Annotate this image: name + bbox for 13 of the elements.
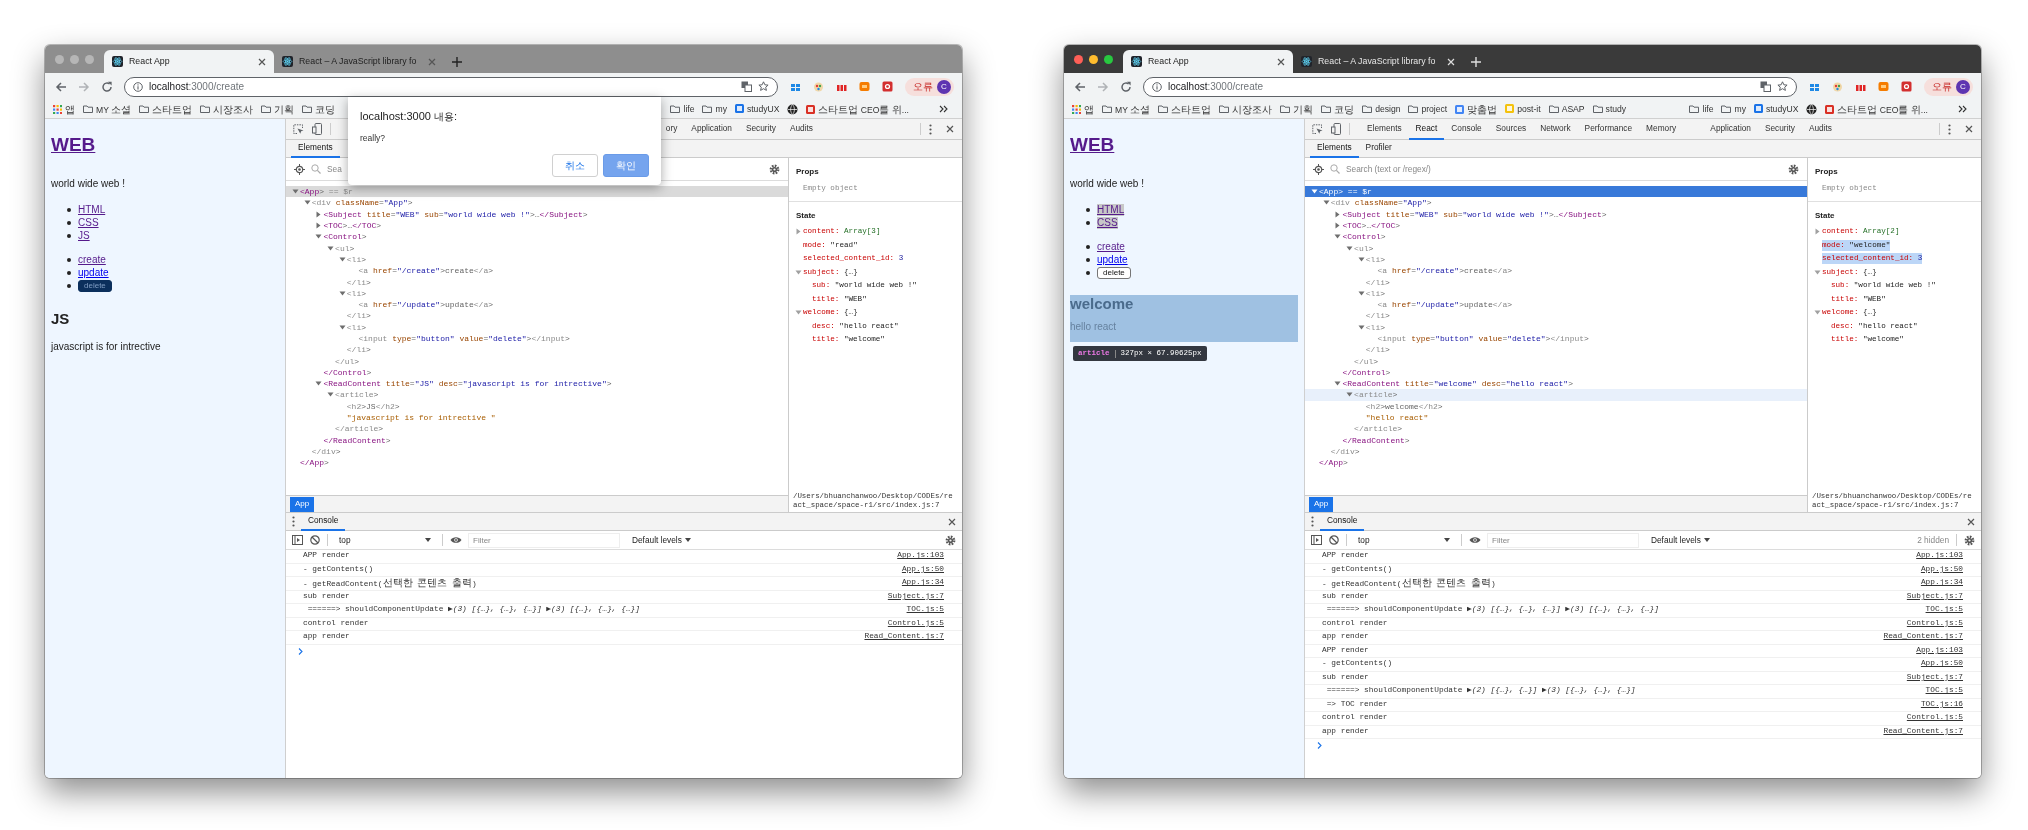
- subtitle-text: world wide web !: [51, 177, 126, 190]
- article-heading: JS: [51, 310, 71, 328]
- section-heading: Props: [1814, 166, 1839, 177]
- section-heading: State: [795, 210, 817, 222]
- dialog-message: really?: [360, 133, 387, 144]
- article-heading: welcome: [1070, 295, 1135, 313]
- section-heading: Props: [795, 166, 820, 177]
- hidden-count: 2 hidden: [1917, 533, 1949, 547]
- article-text: hello react: [1070, 320, 1118, 333]
- dialog-title: localhost:3000 내용:: [360, 109, 459, 124]
- article-text: javascript is for intrective: [51, 340, 162, 353]
- subtitle-text: world wide web !: [1070, 177, 1145, 190]
- section-heading: State: [1814, 210, 1836, 222]
